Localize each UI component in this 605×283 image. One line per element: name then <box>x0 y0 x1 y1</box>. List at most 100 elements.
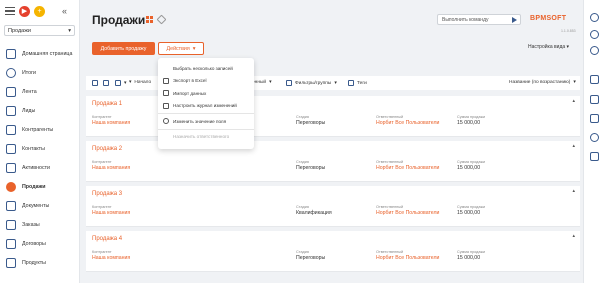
chevron-down-icon: ▾ <box>68 27 71 34</box>
sidebar-item-label: Контрагенты <box>22 126 54 133</box>
message-icon[interactable] <box>590 114 599 123</box>
owner-link[interactable]: Норбит Все Пользователи <box>376 210 439 216</box>
account-link[interactable]: Наша компания <box>92 255 130 261</box>
bell-icon[interactable] <box>590 133 599 142</box>
menu-item-assign-owner: Назначить ответственного <box>158 131 254 144</box>
help-icon[interactable] <box>590 46 599 55</box>
collapse-sidebar-icon[interactable]: « <box>62 6 67 16</box>
chevron-up-icon[interactable]: ▴ <box>572 188 575 194</box>
documents-icon <box>6 200 16 211</box>
menu-item-change-log[interactable]: Настроить журнал изменений <box>158 100 254 113</box>
sidebar-top: ▶ + « <box>0 0 79 22</box>
activities-icon <box>6 162 16 173</box>
amount-value: 15 000,00 <box>457 120 481 126</box>
calendar-period-icon <box>115 80 121 86</box>
filter-icon <box>286 80 292 86</box>
chat-icon[interactable] <box>590 95 599 104</box>
sidebar-item-label: Контакты <box>22 145 45 152</box>
record-card[interactable]: Продажа 3 ▴ Контрагент Наша компания Стад… <box>86 186 580 227</box>
tag-icon[interactable] <box>156 14 167 25</box>
add-icon[interactable]: + <box>34 5 45 17</box>
profile-icon[interactable] <box>590 13 599 22</box>
blank-icon <box>163 134 169 140</box>
sidebar-item-documents[interactable]: Документы <box>0 196 79 215</box>
sidebar-item-dashboards[interactable]: Итоги <box>0 63 79 82</box>
tag-icon <box>348 80 354 86</box>
grid-view-icon[interactable] <box>146 16 153 23</box>
run-command-icon[interactable] <box>512 17 517 23</box>
workspace-select[interactable]: Продажи ▾ <box>4 25 75 36</box>
sidebar-item-label: Заказы <box>22 221 40 228</box>
menu-item-export-excel[interactable]: Экспорт в Excel <box>158 75 254 88</box>
mail-icon[interactable] <box>590 75 599 84</box>
gear-icon[interactable] <box>590 30 599 39</box>
calendar-range-icon[interactable] <box>103 80 109 86</box>
menu-item-import-data[interactable]: Импорт данных <box>158 87 254 100</box>
sidebar-item-activities[interactable]: Активности <box>0 158 79 177</box>
sidebar-item-orders[interactable]: Заказы <box>0 215 79 234</box>
sidebar-item-products[interactable]: Продукты <box>0 253 79 272</box>
record-title[interactable]: Продажа 4 <box>92 236 122 242</box>
refresh-icon <box>163 118 169 125</box>
sidebar-item-home[interactable]: Домашняя страница <box>0 44 79 63</box>
sidebar-item-feed[interactable]: Лента <box>0 82 79 101</box>
menu-item-label: Импорт данных <box>173 90 207 96</box>
chevron-up-icon[interactable]: ▴ <box>572 143 575 149</box>
amount-label: Сумма продажи <box>457 250 486 254</box>
record-card[interactable]: Продажа 4 ▴ Контрагент Наша компания Стад… <box>86 231 580 272</box>
stage-label: Стадия <box>296 205 309 209</box>
menu-item-select-multiple[interactable]: Выбрать несколько записей <box>158 62 254 75</box>
workspace-select-value: Продажи <box>8 27 31 34</box>
contracts-icon <box>6 238 16 249</box>
add-opportunity-label: Добавить продажу <box>100 45 147 52</box>
stage-value: Переговоры <box>296 165 326 171</box>
period-start[interactable]: ▾ Начало <box>129 80 151 85</box>
play-icon[interactable]: ▶ <box>19 5 30 17</box>
owner-link[interactable]: Норбит Все Пользователи <box>376 120 439 126</box>
contacts-icon <box>6 143 16 154</box>
sidebar-item-accounts[interactable]: Контрагенты <box>0 120 79 139</box>
sidebar-item-contracts[interactable]: Договоры <box>0 234 79 253</box>
record-title[interactable]: Продажа 1 <box>92 101 122 107</box>
sort-select[interactable]: Название (по возрастанию) ▾ <box>509 80 576 85</box>
dashboard-icon <box>6 67 16 78</box>
amount-label: Сумма продажи <box>457 160 486 164</box>
sidebar-item-contacts[interactable]: Контакты <box>0 139 79 158</box>
actions-label: Действия <box>166 45 190 52</box>
owner-filter[interactable]: енный ▾ <box>252 80 272 85</box>
account-link[interactable]: Наша компания <box>92 120 130 126</box>
right-rail <box>583 0 605 283</box>
opportunities-icon <box>6 181 16 192</box>
home-icon <box>6 48 16 59</box>
record-title[interactable]: Продажа 3 <box>92 191 122 197</box>
sidebar-item-label: Продукты <box>22 259 46 266</box>
calendar-icon[interactable] <box>92 80 98 86</box>
record-title[interactable]: Продажа 2 <box>92 146 122 152</box>
title-icons <box>146 14 167 25</box>
account-link[interactable]: Наша компания <box>92 165 130 171</box>
account-link[interactable]: Наша компания <box>92 210 130 216</box>
sidebar-item-opportunities[interactable]: Продажи <box>0 177 79 196</box>
menu-item-change-field[interactable]: Изменить значение поля <box>158 115 254 128</box>
owner-filter-label: енный <box>252 80 267 85</box>
tasks-icon[interactable] <box>590 152 599 161</box>
period-filter[interactable]: ▾ <box>115 80 126 86</box>
chevron-down-icon: ▾ <box>192 45 196 52</box>
owner-link[interactable]: Норбит Все Пользователи <box>376 165 439 171</box>
add-opportunity-button[interactable]: Добавить продажу <box>92 42 155 55</box>
command-input[interactable]: Выполнить команду <box>437 14 521 25</box>
owner-link[interactable]: Норбит Все Пользователи <box>376 255 439 261</box>
sidebar-item-leads[interactable]: Лиды <box>0 101 79 120</box>
log-icon <box>163 102 169 109</box>
view-settings-label: Настройка вида <box>528 44 566 50</box>
menu-separator <box>158 128 254 130</box>
filters-groups-label: Фильтры/группы <box>295 80 332 86</box>
tags-button[interactable]: Теги <box>348 80 367 86</box>
view-settings-link[interactable]: Настройка вида ▾ <box>528 44 569 50</box>
filters-groups-button[interactable]: Фильтры/группы ▾ <box>286 80 337 86</box>
account-label: Контрагент <box>92 250 112 254</box>
actions-button[interactable]: Действия ▾ <box>158 42 204 55</box>
chevron-up-icon[interactable]: ▴ <box>572 233 575 239</box>
menu-icon[interactable] <box>5 7 15 15</box>
chevron-up-icon[interactable]: ▴ <box>572 98 575 104</box>
